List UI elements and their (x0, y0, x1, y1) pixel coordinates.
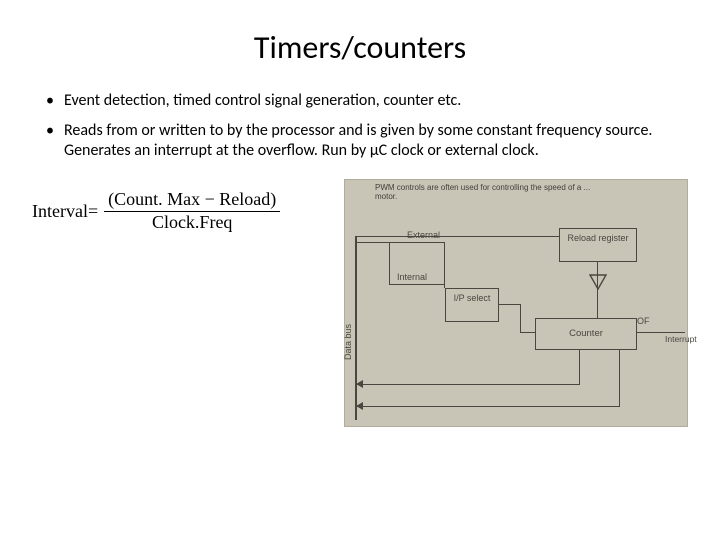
caption-line2: motor. (375, 192, 397, 201)
bullet-list: Event detection, timed control signal ge… (32, 91, 688, 161)
arrow-left-icon (356, 380, 363, 388)
formula-denominator: Clock.Freq (148, 212, 237, 234)
wire (520, 304, 521, 332)
wire (619, 350, 620, 407)
caption-line1: PWM controls are often used for controll… (375, 183, 590, 192)
bullet-item: Reads from or written to by the processo… (50, 121, 688, 161)
wire (520, 332, 535, 333)
wire (389, 242, 390, 284)
wire (444, 242, 445, 288)
interrupt-label: Interrupt (665, 334, 697, 344)
wire (579, 350, 580, 385)
formula-lhs: Interval= (32, 201, 98, 222)
ip-select-box: I/P select (445, 288, 499, 322)
formula-numerator: (Count. Max − Reload) (104, 189, 280, 212)
diagram-caption: PWM controls are often used for controll… (375, 184, 681, 202)
wire (597, 292, 598, 318)
wire (356, 236, 559, 237)
overflow-label: OF (637, 316, 650, 326)
external-label: External (407, 230, 440, 240)
timer-block-diagram: PWM controls are often used for controll… (344, 179, 688, 427)
page-title: Timers/counters (32, 28, 688, 67)
slide: Timers/counters Event detection, timed c… (0, 0, 720, 540)
data-bus-label: Data bus (343, 324, 353, 360)
arrow-left-icon (356, 402, 363, 410)
buffer-triangle-icon (589, 274, 607, 290)
wire (356, 384, 580, 385)
content-row: Interval= (Count. Max − Reload) Clock.Fr… (32, 179, 688, 427)
data-bus-line (355, 236, 357, 420)
reload-register-box: Reload register (559, 228, 637, 262)
formula-block: Interval= (Count. Max − Reload) Clock.Fr… (32, 179, 332, 234)
internal-label: Internal (397, 272, 427, 282)
wire (499, 304, 521, 305)
wire-external (356, 242, 444, 243)
formula-fraction: (Count. Max − Reload) Clock.Freq (104, 189, 280, 234)
wire-internal (389, 284, 445, 285)
counter-box: Counter (535, 318, 637, 350)
wire (356, 406, 620, 407)
bullet-item: Event detection, timed control signal ge… (50, 91, 688, 111)
